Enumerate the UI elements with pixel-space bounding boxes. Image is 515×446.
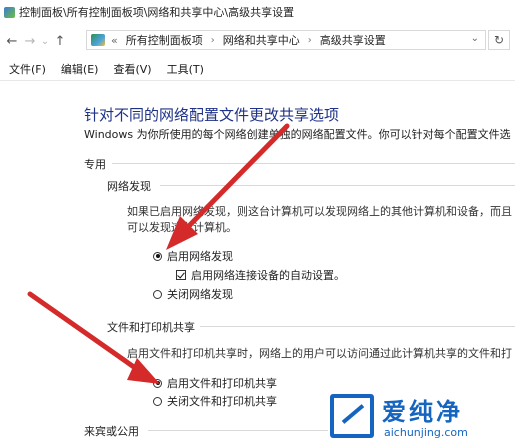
breadcrumb-overflow[interactable]: « xyxy=(111,34,118,47)
breadcrumb-advanced-sharing[interactable]: 高级共享设置 xyxy=(320,32,386,48)
page-description: Windows 为你所使用的每个网络创建单独的网络配置文件。你可以针对每个配置文… xyxy=(84,128,511,141)
breadcrumb-network-center[interactable]: 网络和共享中心 xyxy=(223,32,300,48)
divider xyxy=(112,163,515,164)
refresh-icon[interactable]: ↻ xyxy=(488,30,510,50)
network-discovery-on-radio[interactable]: 启用网络发现 xyxy=(153,248,233,264)
file-printer-sharing-on-radio[interactable]: 启用文件和打印机共享 xyxy=(153,375,277,391)
divider xyxy=(160,185,515,186)
profile-private-label: 专用 xyxy=(84,158,106,171)
address-bar[interactable]: « 所有控制面板项 › 网络和共享中心 › 高级共享设置 ⌄ xyxy=(86,30,486,50)
page-title: 针对不同的网络配置文件更改共享选项 xyxy=(84,106,340,124)
radio-selected-icon[interactable] xyxy=(153,251,162,261)
network-discovery-desc: 如果已启用网络发现，则这台计算机可以发现网络上的其他计算机和设备，而且 可以发现… xyxy=(127,205,512,234)
watermark-url: aichunjing.com xyxy=(384,426,468,439)
up-arrow-icon[interactable]: ↑ xyxy=(51,34,69,49)
history-dropdown-icon[interactable]: ⌄ xyxy=(39,36,51,47)
title-bar: 控制面板\所有控制面板项\网络和共享中心\高级共享设置 xyxy=(0,0,515,24)
file-printer-sharing-title: 文件和打印机共享 xyxy=(107,321,195,334)
address-dropdown-icon[interactable]: ⌄ xyxy=(471,33,479,44)
radio-unselected-icon[interactable] xyxy=(153,289,162,299)
radio-unselected-icon[interactable] xyxy=(153,396,162,406)
watermark-logo-icon xyxy=(330,394,374,438)
control-panel-icon xyxy=(91,34,105,46)
divider xyxy=(148,430,328,431)
network-discovery-title: 网络发现 xyxy=(107,180,151,193)
radio-selected-icon[interactable] xyxy=(153,378,162,388)
checkbox-checked-icon[interactable] xyxy=(176,270,186,280)
menu-edit[interactable]: 编辑(E) xyxy=(61,61,99,77)
chevron-right-icon[interactable]: › xyxy=(308,35,312,46)
file-printer-sharing-off-radio[interactable]: 关闭文件和打印机共享 xyxy=(153,393,277,409)
auto-setup-checkbox[interactable]: 启用网络连接设备的自动设置。 xyxy=(176,267,345,283)
profile-guest-label: 来宾或公用 xyxy=(84,425,139,438)
menu-bar: 文件(F) 编辑(E) 查看(V) 工具(T) xyxy=(0,58,515,81)
watermark: 爱纯净 aichunjing.com xyxy=(326,390,515,446)
divider xyxy=(200,326,515,327)
control-panel-icon xyxy=(4,6,15,18)
chevron-right-icon[interactable]: › xyxy=(211,35,215,46)
menu-tools[interactable]: 工具(T) xyxy=(167,61,204,77)
file-printer-sharing-desc: 启用文件和打印机共享时，网络上的用户可以访问通过此计算机共享的文件和打 xyxy=(127,347,512,360)
network-discovery-off-radio[interactable]: 关闭网络发现 xyxy=(153,286,233,302)
navigation-bar: ← → ⌄ ↑ « 所有控制面板项 › 网络和共享中心 › 高级共享设置 ⌄ ↻ xyxy=(0,28,515,54)
back-arrow-icon[interactable]: ← xyxy=(3,34,21,49)
menu-file[interactable]: 文件(F) xyxy=(9,61,46,77)
menu-view[interactable]: 查看(V) xyxy=(113,61,151,77)
breadcrumb-all-items[interactable]: 所有控制面板项 xyxy=(126,32,203,48)
forward-arrow-icon[interactable]: → xyxy=(21,34,39,49)
watermark-name: 爱纯净 xyxy=(382,398,463,426)
window-title: 控制面板\所有控制面板项\网络和共享中心\高级共享设置 xyxy=(19,6,295,19)
